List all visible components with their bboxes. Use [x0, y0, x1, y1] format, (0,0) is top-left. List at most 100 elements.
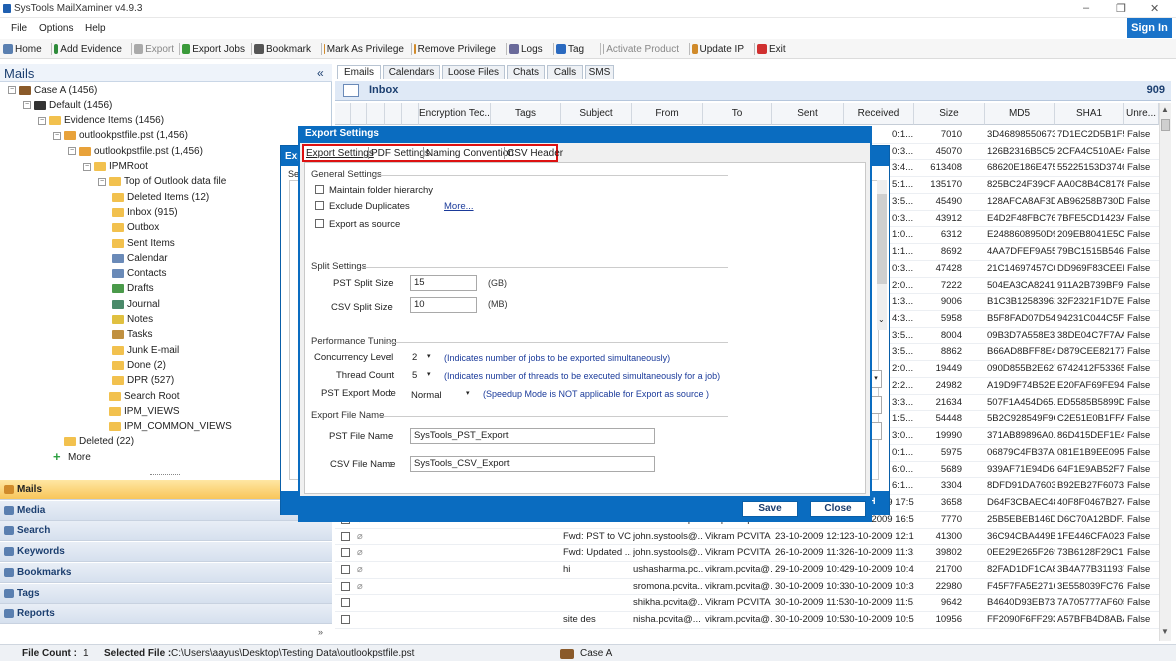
- nav-keywords[interactable]: Keywords: [0, 542, 332, 563]
- menu-file[interactable]: File: [11, 23, 27, 34]
- tab-naming-convention[interactable]: Naming Convention: [426, 148, 514, 159]
- toolbar-update-ip-button[interactable]: Update IP: [692, 42, 744, 56]
- scroll-thumb[interactable]: [1161, 119, 1170, 131]
- nav-bookmarks[interactable]: Bookmarks: [0, 562, 332, 583]
- column-header[interactable]: Subject: [561, 103, 632, 125]
- tab-pdf-settings[interactable]: PDF Settings: [371, 148, 430, 159]
- tree-node[interactable]: Sent Items: [112, 236, 175, 250]
- toolbar-mark-privilege-button[interactable]: Mark As Privilege: [324, 42, 404, 56]
- column-header[interactable]: Encryption Tec...: [419, 103, 491, 125]
- expand-toggle-icon[interactable]: −: [8, 86, 16, 94]
- more-link[interactable]: More...: [444, 201, 474, 212]
- column-header[interactable]: Size: [914, 103, 985, 125]
- tree-node[interactable]: Deleted Items (12): [112, 190, 209, 204]
- flag-col-icon[interactable]: [385, 103, 402, 125]
- toolbar-export-button[interactable]: Export: [134, 42, 174, 56]
- menu-help[interactable]: Help: [85, 23, 106, 34]
- expand-toggle-icon[interactable]: −: [68, 147, 76, 156]
- tab-chats[interactable]: Chats: [507, 65, 545, 79]
- toolbar-activate-button[interactable]: Activate Product: [603, 42, 679, 56]
- nav-tags[interactable]: Tags: [0, 583, 332, 604]
- tab-sms[interactable]: SMS: [585, 65, 614, 79]
- thread-dropdown-icon[interactable]: ▾: [427, 370, 431, 378]
- background-dialog-scroll[interactable]: ⌄: [877, 180, 887, 330]
- thread-count-select[interactable]: 5: [412, 370, 417, 381]
- tab-calls[interactable]: Calls: [547, 65, 583, 79]
- column-header[interactable]: Sent: [772, 103, 844, 125]
- row-checkbox[interactable]: [341, 548, 350, 558]
- expand-toggle-icon[interactable]: −: [53, 131, 61, 140]
- tree-node[interactable]: − Top of Outlook data file: [98, 175, 226, 189]
- tree-node[interactable]: − outlookpstfile.pst (1,456): [53, 129, 188, 143]
- collapse-pane-icon[interactable]: «: [317, 66, 324, 80]
- priority-col-icon[interactable]: [367, 103, 385, 125]
- lock-col-icon[interactable]: [402, 103, 419, 125]
- concurrency-select[interactable]: 2: [412, 352, 417, 363]
- toolbar-home-button[interactable]: Home: [3, 42, 43, 56]
- tree-node[interactable]: Journal: [112, 297, 160, 311]
- pst-split-input[interactable]: 15: [410, 275, 477, 291]
- attachment-col-icon[interactable]: [351, 103, 367, 125]
- maximize-icon[interactable]: ❐: [1116, 2, 1126, 15]
- tree-node[interactable]: Junk E-mail: [112, 343, 179, 357]
- column-header[interactable]: To: [703, 103, 772, 125]
- row-checkbox[interactable]: [341, 564, 350, 574]
- pst-file-name-input[interactable]: SysTools_PST_Export: [410, 428, 655, 444]
- tree-node[interactable]: Search Root: [98, 389, 180, 403]
- sign-in-button[interactable]: Sign In: [1127, 18, 1172, 38]
- column-header[interactable]: MD5: [985, 103, 1055, 125]
- maintain-hierarchy-checkbox[interactable]: [315, 185, 324, 194]
- toolbar-tag-button[interactable]: Tag: [556, 42, 586, 56]
- tab-calendars[interactable]: Calendars: [383, 65, 440, 79]
- tree-node[interactable]: Drafts: [112, 282, 154, 296]
- tree-node[interactable]: DPR (527): [112, 374, 174, 388]
- minimize-icon[interactable]: –: [1083, 2, 1089, 14]
- column-header[interactable]: Received: [844, 103, 914, 125]
- tree-node[interactable]: Inbox (915): [112, 205, 178, 219]
- expand-toggle-icon[interactable]: −: [83, 162, 91, 171]
- csv-split-input[interactable]: 10: [410, 297, 477, 313]
- nav-expand-icon[interactable]: »: [318, 627, 323, 637]
- close-button[interactable]: Close: [810, 501, 866, 517]
- tree-node[interactable]: + More: [53, 450, 91, 464]
- tree-node[interactable]: Outbox: [112, 221, 159, 235]
- tree-node[interactable]: − Evidence Items (1456): [38, 114, 164, 128]
- tab-export-settings[interactable]: Export Settings: [306, 148, 374, 159]
- close-window-icon[interactable]: ✕: [1150, 2, 1159, 15]
- export-mode-select[interactable]: Normal: [411, 390, 442, 401]
- toolbar-exit-button[interactable]: Exit: [757, 42, 791, 56]
- export-mode-dropdown-icon[interactable]: ▾: [466, 389, 470, 397]
- tree-node[interactable]: − outlookpstfile.pst (1,456): [68, 144, 203, 158]
- toolbar-logs-button[interactable]: Logs: [509, 42, 547, 56]
- concurrency-dropdown-icon[interactable]: ▾: [427, 352, 431, 360]
- exclude-duplicates-checkbox[interactable]: [315, 201, 324, 210]
- row-checkbox[interactable]: [341, 531, 350, 541]
- grid-scrollbar[interactable]: ▲ ▼: [1159, 103, 1171, 641]
- toolbar-bookmark-button[interactable]: Bookmark: [254, 42, 314, 56]
- tab-loose-files[interactable]: Loose Files: [442, 65, 505, 79]
- column-header[interactable]: Unre...: [1124, 103, 1159, 125]
- tree-node[interactable]: IPM_COMMON_VIEWS: [98, 420, 232, 434]
- expand-toggle-icon[interactable]: −: [98, 177, 106, 186]
- row-checkbox[interactable]: [341, 615, 350, 625]
- expand-toggle-icon[interactable]: −: [38, 116, 46, 125]
- expand-toggle-icon[interactable]: −: [23, 101, 31, 110]
- tree-node[interactable]: Tasks: [112, 328, 153, 342]
- tree-node[interactable]: Done (2): [112, 358, 166, 372]
- column-header[interactable]: Tags: [491, 103, 561, 125]
- nav-search[interactable]: Search: [0, 521, 332, 542]
- tab-emails[interactable]: Emails: [337, 65, 381, 79]
- column-header[interactable]: From: [632, 103, 703, 125]
- tree-node[interactable]: − Default (1456): [23, 98, 112, 112]
- select-all-checkbox[interactable]: [335, 103, 351, 125]
- row-checkbox[interactable]: [341, 581, 350, 591]
- nav-reports[interactable]: Reports: [0, 604, 332, 625]
- save-button[interactable]: Save: [742, 501, 798, 517]
- csv-file-name-input[interactable]: SysTools_CSV_Export: [410, 456, 655, 472]
- tree-node[interactable]: Contacts: [112, 267, 166, 281]
- toolbar-add-evidence-button[interactable]: Add Evidence: [54, 42, 122, 56]
- toolbar-export-jobs-button[interactable]: Export Jobs: [182, 42, 245, 56]
- row-checkbox[interactable]: [341, 598, 350, 608]
- tree-node[interactable]: − Case A (1456): [8, 83, 97, 97]
- column-header[interactable]: SHA1: [1055, 103, 1124, 125]
